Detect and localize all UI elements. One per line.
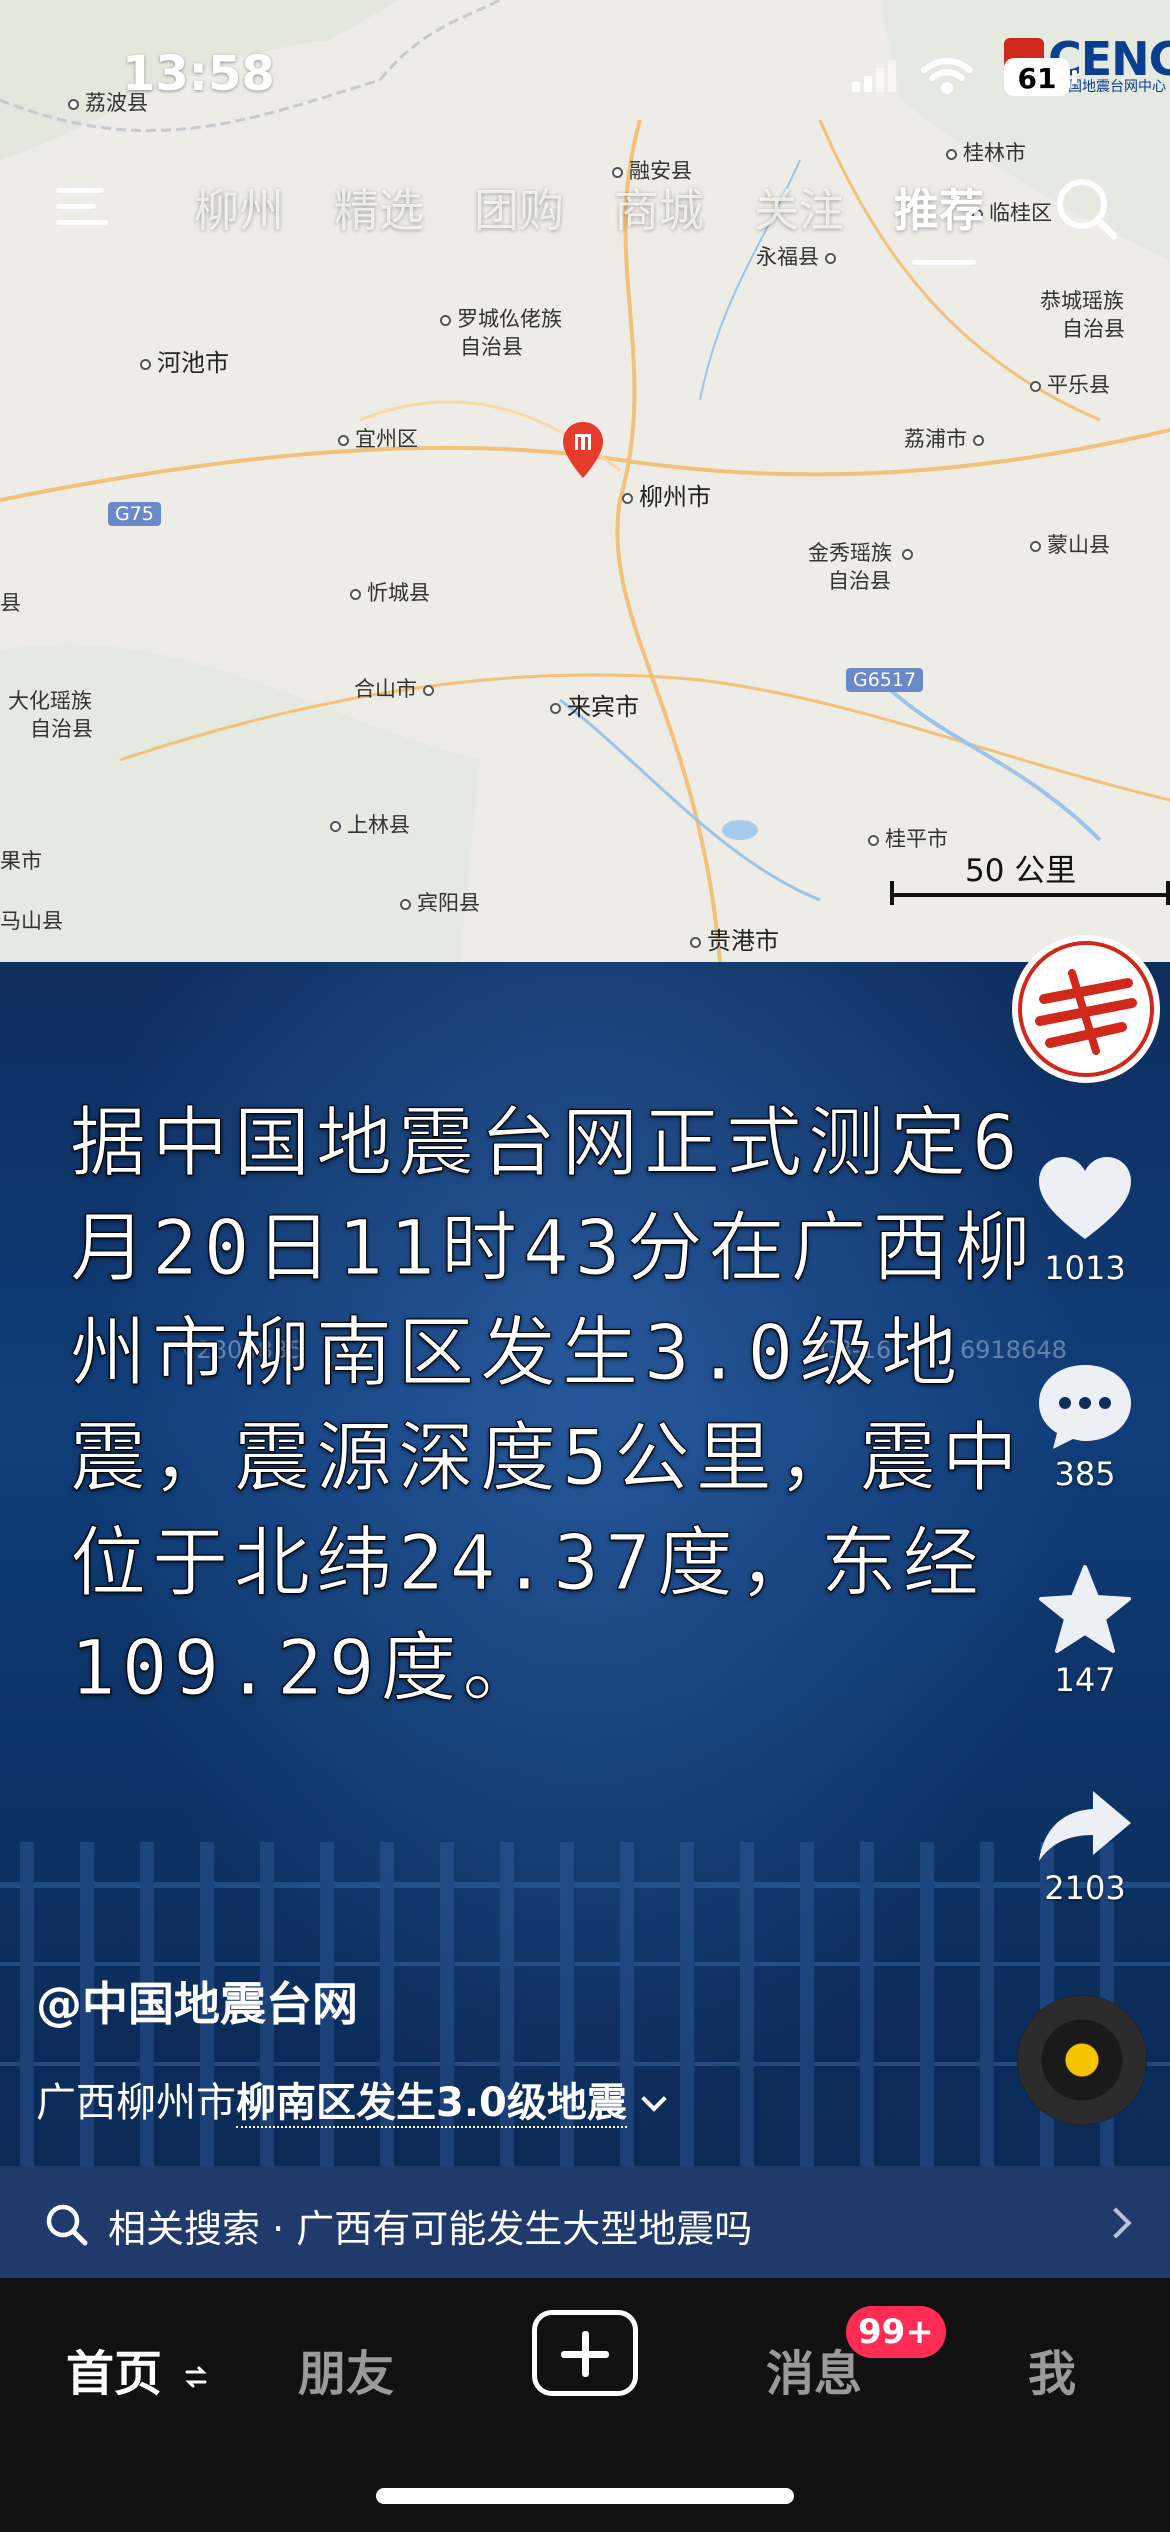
tab-mall[interactable]: 商城 (614, 174, 704, 239)
tab-following[interactable]: 关注 (754, 174, 844, 239)
road-g75-label: G75 (108, 502, 161, 526)
place-jinxiu-2: 自治县 (828, 569, 891, 593)
author-handle[interactable]: @中国地震台网 (36, 1968, 358, 2034)
bottom-nav: 首页 朋友 消息 99+ 我 (0, 2278, 1170, 2532)
like-count: 1013 (1044, 1249, 1126, 1287)
epicenter-pin-icon (563, 422, 603, 478)
music-disc-icon[interactable] (1017, 1995, 1147, 2125)
place-dahua: 大化瑶族 (8, 689, 92, 713)
map-scale-bar: 50 公里 (890, 845, 1170, 905)
nav-friends[interactable]: 朋友 (298, 2334, 394, 2404)
tab-group-buy[interactable]: 团购 (474, 174, 564, 239)
place-laibin: 来宾市 (550, 694, 639, 720)
star-icon (1039, 1565, 1131, 1653)
tab-liuzhou[interactable]: 柳州 (194, 174, 284, 239)
road-g6517-label: G6517 (846, 668, 924, 692)
like-button[interactable]: 1013 (1010, 1155, 1160, 1287)
related-search-bar[interactable]: 相关搜索 · 广西有可能发生大型地震吗 (0, 2166, 1170, 2278)
messages-badge: 99+ (846, 2306, 946, 2358)
comment-icon (1039, 1365, 1131, 1449)
wifi-icon (921, 58, 973, 94)
map-scale-label: 50 公里 (965, 853, 1077, 889)
place-mengshan: 蒙山县 (1030, 532, 1110, 558)
home-indicator[interactable] (376, 2488, 794, 2504)
place-left-edge: 县 (0, 591, 21, 615)
active-tab-indicator (912, 260, 976, 265)
nav-home[interactable]: 首页 (66, 2334, 209, 2404)
create-post-button[interactable] (532, 2310, 638, 2396)
top-nav: 柳州 精选 团购 商城 关注 推荐 (0, 160, 1170, 265)
share-button[interactable]: 2103 (1010, 1785, 1160, 1907)
search-icon (46, 2204, 88, 2246)
map-screenshot: 荔波县 融安县 桂林市 临桂区 永福县 罗城仫佬族 自治县 恭城瑶族 自治县 河… (0, 0, 1170, 962)
svg-text:61: 61 (1018, 62, 1057, 95)
place-lipu: 荔浦市 (904, 426, 990, 452)
place-hechi: 河池市 (140, 350, 229, 376)
chevron-right-icon (1100, 2207, 1132, 2239)
place-liuzhou: 柳州市 (622, 484, 711, 510)
status-bar: 13:58 61 (0, 0, 1170, 140)
creator-avatar[interactable] (1012, 935, 1160, 1083)
share-arrow-icon (1039, 1791, 1131, 1861)
place-gongcheng: 恭城瑶族 (1040, 289, 1124, 313)
description-topic-link[interactable]: 柳南区发生3.0级地震 (236, 2080, 627, 2128)
tab-featured[interactable]: 精选 (334, 174, 424, 239)
place-mashan: 马山县 (0, 909, 63, 933)
comment-count: 385 (1054, 1455, 1116, 1493)
comment-button[interactable]: 385 (1010, 1361, 1160, 1493)
place-luocheng: 罗城仫佬族 (440, 306, 562, 332)
place-shanglin: 上林县 (330, 812, 410, 838)
tab-recommended[interactable]: 推荐 (894, 174, 984, 239)
share-count: 2103 (1044, 1869, 1126, 1907)
description-prefix: 广西柳州市 (36, 2080, 236, 2126)
menu-icon[interactable] (52, 182, 112, 232)
place-pingle: 平乐县 (1030, 372, 1110, 398)
place-heshan: 合山市 (354, 676, 440, 702)
place-binyang: 宾阳县 (400, 890, 480, 916)
search-icon[interactable] (1052, 174, 1122, 244)
heart-icon (1039, 1157, 1131, 1239)
status-time: 13:58 (122, 46, 275, 102)
place-luocheng-2: 自治县 (460, 335, 523, 359)
place-gongcheng-2: 自治县 (1062, 317, 1125, 341)
place-jinxiu: 金秀瑶族 (808, 540, 919, 566)
place-xincheng: 忻城县 (350, 580, 430, 606)
place-dahua-2: 自治县 (30, 717, 93, 741)
expand-chevron-icon[interactable] (641, 2086, 667, 2112)
refresh-swap-icon (185, 2366, 207, 2388)
status-icons: 61 (852, 58, 1077, 96)
video-description[interactable]: 广西柳州市柳南区发生3.0级地震 (36, 2070, 667, 2128)
nav-me[interactable]: 我 (1028, 2334, 1076, 2404)
favorite-button[interactable]: 147 (1010, 1563, 1160, 1699)
place-guigang: 贵港市 (690, 928, 779, 954)
place-yizhou: 宜州区 (338, 426, 418, 452)
nav-messages[interactable]: 消息 (766, 2334, 862, 2404)
battery-icon: 61 (1004, 58, 1077, 96)
video-caption-text: 据中国地震台网正式测定6月20日11时43分在广西柳州市柳南区发生3.0级地震，… (70, 1098, 1037, 1713)
place-guo: 果市 (0, 849, 42, 873)
favorite-count: 147 (1054, 1661, 1116, 1699)
cenc-avatar-logo-icon (1018, 941, 1154, 1077)
cellular-signal-icon (852, 60, 896, 92)
related-search-text: 相关搜索 · 广西有可能发生大型地震吗 (108, 2207, 753, 2251)
